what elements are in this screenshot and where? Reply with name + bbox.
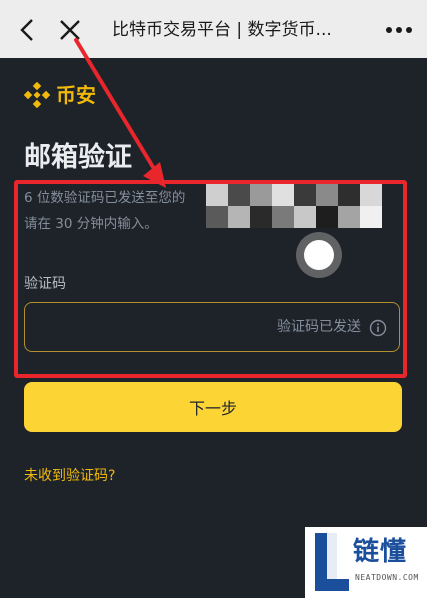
touch-indicator (296, 232, 342, 278)
site-watermark: 链懂 NEATDOWN.COM (305, 527, 427, 598)
top-bar: 比特币交易平台 | 数字货币... (0, 0, 427, 58)
code-not-received-link[interactable]: 未收到验证码? (24, 466, 115, 486)
description-line-1: 6 位数验证码已发送至您的 (24, 190, 186, 206)
watermark-domain: NEATDOWN.COM (355, 573, 419, 582)
info-icon[interactable] (369, 319, 387, 337)
watermark-text: 链懂 (353, 537, 408, 567)
redacted-email-mosaic (206, 184, 382, 228)
page-tab-title: 比特币交易平台 | 数字货币... (112, 20, 332, 40)
binance-logo-icon (24, 82, 50, 108)
more-icon[interactable] (385, 22, 413, 38)
code-sent-status: 验证码已发送 (277, 319, 361, 335)
page-title: 邮箱验证 (24, 142, 132, 173)
back-arrow-icon[interactable] (16, 18, 40, 42)
brand-name: 币安 (56, 83, 96, 107)
verification-code-input[interactable]: 验证码已发送 (24, 302, 400, 352)
watermark-logo-icon (315, 533, 349, 591)
brand-logo: 币安 (24, 82, 96, 108)
code-field-label: 验证码 (24, 276, 66, 292)
close-icon[interactable] (58, 18, 82, 42)
description-line-2: 请在 30 分钟内输入。 (24, 216, 158, 232)
next-step-button[interactable]: 下一步 (24, 382, 402, 432)
